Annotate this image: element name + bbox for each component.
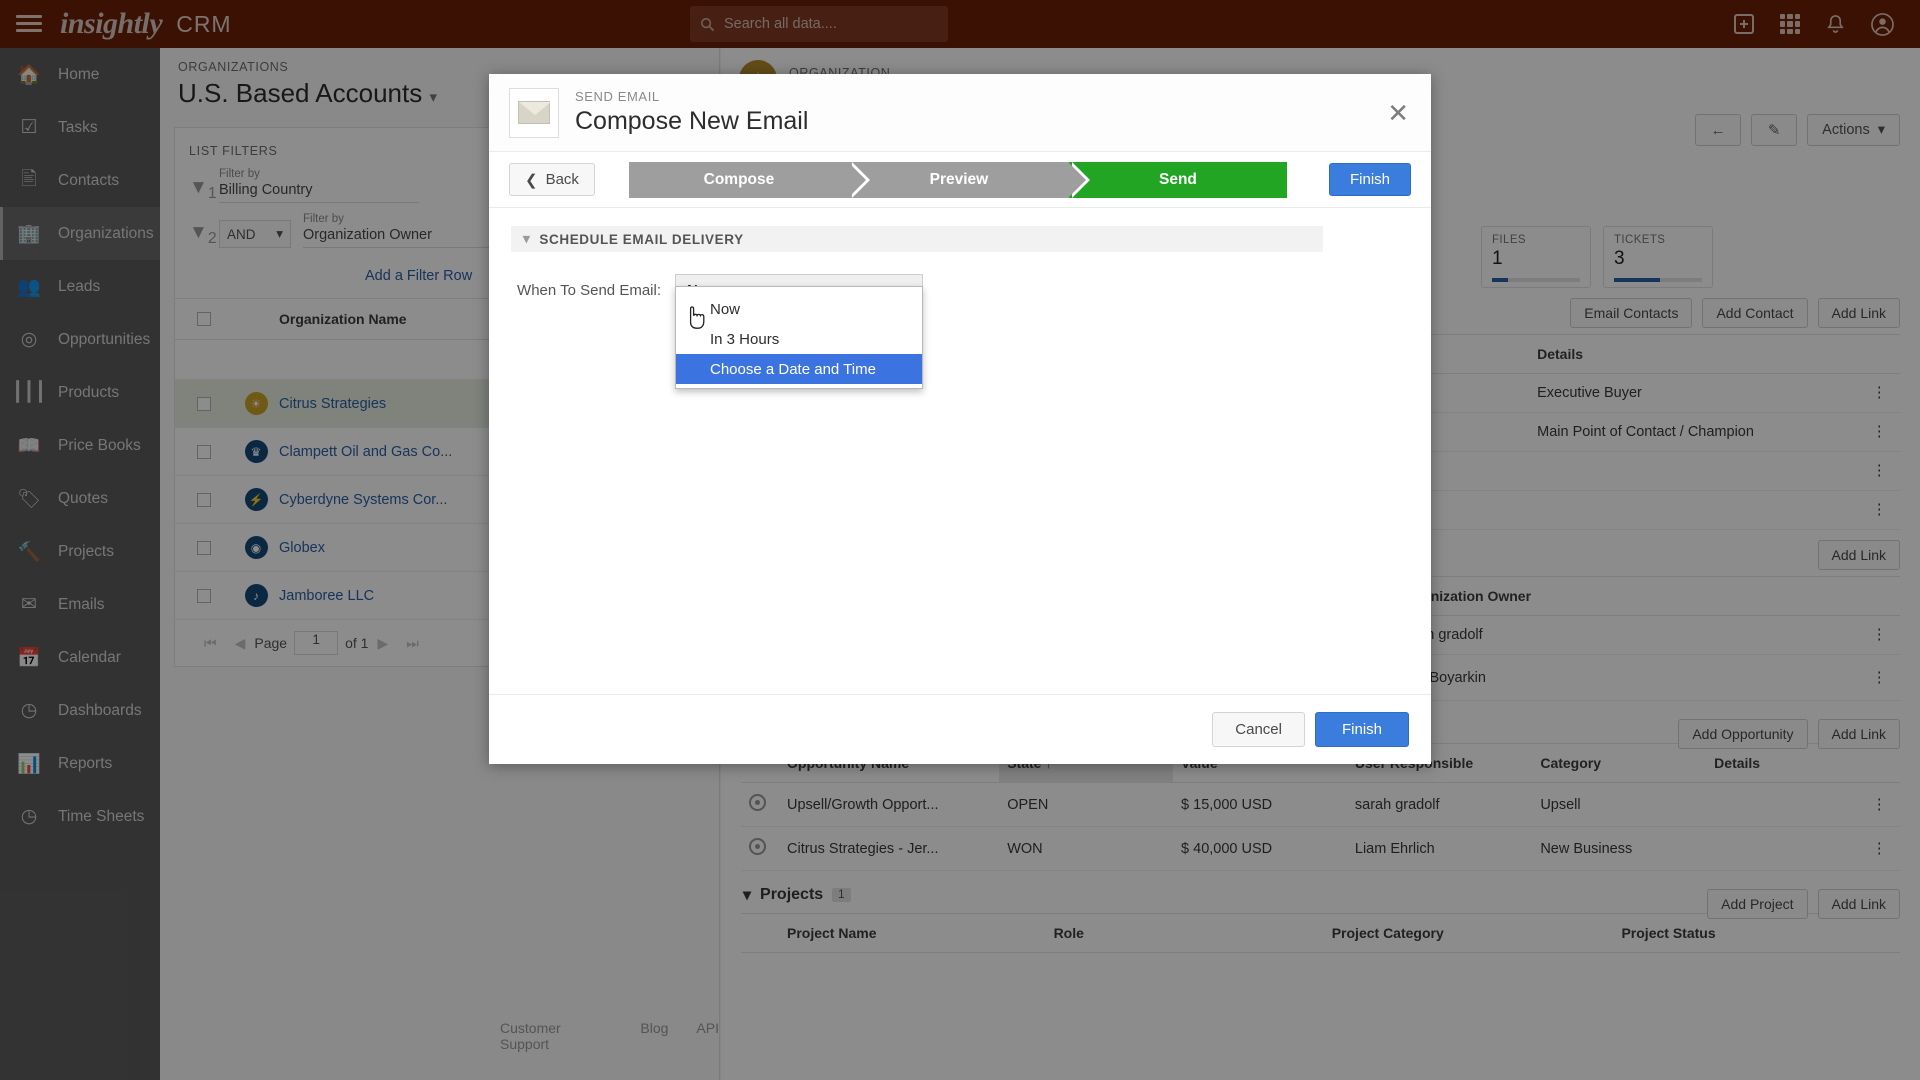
modal-eyebrow: SEND EMAIL <box>575 89 808 104</box>
when-to-send-label: When To Send Email: <box>511 282 661 299</box>
modal-footer: Cancel Finish <box>489 694 1431 764</box>
cancel-button[interactable]: Cancel <box>1212 712 1305 747</box>
step-label: Compose <box>704 171 775 189</box>
close-icon[interactable]: ✕ <box>1387 100 1409 126</box>
dropdown-option-choose-a-date-and-time[interactable]: Choose a Date and Time <box>676 354 922 384</box>
back-button[interactable]: ❮ Back <box>509 163 595 196</box>
modal-body: ▾ SCHEDULE EMAIL DELIVERY When To Send E… <box>489 208 1431 694</box>
modal-step-bar: ❮ Back Compose Preview Send Finish <box>489 152 1431 208</box>
mouse-cursor-icon <box>685 305 707 337</box>
step-compose[interactable]: Compose <box>629 162 849 198</box>
finish-button[interactable]: Finish <box>1315 712 1409 747</box>
wizard-steps: Compose Preview Send <box>629 162 1287 198</box>
back-button-label: Back <box>546 171 579 188</box>
app-root: insightly CRM Search all data.... 🏠Home … <box>0 0 1920 1080</box>
step-send[interactable]: Send <box>1069 162 1287 198</box>
envelope-icon <box>509 88 559 138</box>
when-to-send-row: When To Send Email: Now <box>511 274 1409 307</box>
chevron-down-icon: ▾ <box>523 231 530 247</box>
when-to-send-dropdown[interactable]: Now In 3 Hours Choose a Date and Time <box>675 286 923 389</box>
compose-email-modal: SEND EMAIL Compose New Email ✕ ❮ Back Co… <box>489 74 1431 764</box>
schedule-section-header[interactable]: ▾ SCHEDULE EMAIL DELIVERY <box>511 226 1323 252</box>
step-label: Send <box>1159 171 1197 189</box>
chevron-left-icon: ❮ <box>525 171 538 189</box>
modal-header: SEND EMAIL Compose New Email ✕ <box>489 74 1431 152</box>
finish-top-button[interactable]: Finish <box>1329 163 1411 196</box>
modal-title: Compose New Email <box>575 107 808 136</box>
dropdown-option-in-3-hours[interactable]: In 3 Hours <box>676 324 922 354</box>
step-preview[interactable]: Preview <box>849 162 1069 198</box>
step-label: Preview <box>930 171 989 189</box>
schedule-section-title: SCHEDULE EMAIL DELIVERY <box>539 232 743 247</box>
dropdown-option-now[interactable]: Now <box>676 294 922 324</box>
